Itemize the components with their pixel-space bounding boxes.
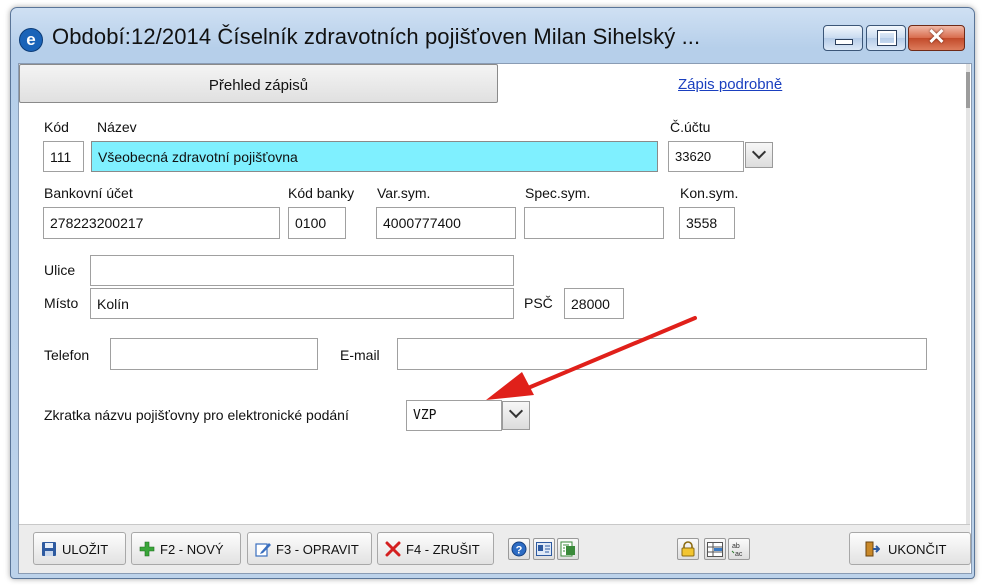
ulice-field[interactable] [90,255,514,286]
app-icon: e [19,28,43,52]
id-card-button[interactable] [533,538,555,560]
scrollbar-thumb[interactable] [966,72,970,108]
misto-field[interactable]: Kolín [90,288,514,319]
save-button[interactable]: ULOŽIT [33,532,126,565]
help-button[interactable]: ? [508,538,530,560]
kod-banky-label: Kód banky [288,185,355,201]
kod-banky-field[interactable]: 0100 [288,207,346,239]
psc-label: PSČ [524,295,553,311]
ulice-label: Ulice [44,262,76,278]
cucet-label: Č.účtu [670,119,711,135]
tab-overview-label[interactable]: Přehled zápisů [19,77,498,94]
save-button-label: ULOŽIT [62,542,109,557]
misto-label: Místo [44,295,79,311]
zkratka-dropdown-button[interactable] [502,401,530,430]
svg-text:ac: ac [735,551,743,558]
plus-icon [139,541,155,557]
table-icon [707,542,723,557]
close-icon: ✕ [927,24,946,49]
cucet-select[interactable]: 33620 [668,141,744,172]
vertical-scrollbar[interactable] [966,64,970,571]
varsym-field[interactable]: 4000777400 [376,207,516,239]
window-title: Období:12/2014 Číselník zdravotních poji… [52,24,701,49]
lock-button[interactable] [677,538,699,560]
email-label: E-mail [340,347,380,363]
spellcheck-icon: abac [731,543,743,558]
cancel-button-label: F4 - ZRUŠIT [406,542,480,557]
zkratka-select[interactable]: VZP [406,400,502,431]
exit-button-label: UKONČIT [888,542,947,557]
bankovni-ucet-field[interactable]: 278223200217 [43,207,280,239]
edit-button[interactable]: F3 - OPRAVIT [247,532,372,565]
spreadsheet-export-icon [560,541,575,557]
kod-label: Kód [44,119,69,135]
varsym-label: Var.sym. [377,185,431,201]
maximize-button[interactable] [866,25,906,51]
nazev-field[interactable]: Všeobecná zdravotní pojišťovna [91,141,658,172]
edit-button-label: F3 - OPRAVIT [276,542,359,557]
floppy-disk-icon [42,542,56,556]
minimize-icon [835,39,853,45]
new-button[interactable]: F2 - NOVÝ [131,532,241,565]
konsym-label: Kon.sym. [680,185,739,201]
zkratka-label: Zkratka názvu pojišťovny pro elektronick… [44,407,349,423]
svg-text:ab: ab [732,543,740,550]
chevron-down-icon [751,144,767,160]
new-button-label: F2 - NOVÝ [160,542,224,557]
close-button[interactable]: ✕ [908,24,965,51]
maximize-icon [877,30,897,46]
edit-pencil-icon [255,543,271,557]
spellcheck-button[interactable]: ab ac [728,538,750,560]
konsym-field[interactable]: 3558 [679,207,735,239]
export-button[interactable] [557,538,579,560]
lock-icon [681,541,695,557]
cancel-button[interactable]: F4 - ZRUŠIT [377,532,494,565]
chevron-down-icon [508,403,524,419]
help-icon: ? [511,541,527,557]
red-x-icon [385,541,401,557]
minimize-button[interactable] [823,25,863,51]
tab-detail[interactable]: Zápis podrobně [678,76,782,93]
exit-door-icon [865,541,880,557]
kod-field[interactable]: 111 [43,141,84,172]
exit-button[interactable]: UKONČIT [849,532,971,565]
cucet-dropdown-button[interactable] [745,142,773,168]
table-button[interactable] [704,538,726,560]
nazev-label: Název [97,119,137,135]
id-card-icon [536,542,552,556]
email-field[interactable] [397,338,927,370]
specsym-label: Spec.sym. [525,185,591,201]
telefon-field[interactable] [110,338,318,370]
psc-field[interactable]: 28000 [564,288,624,319]
telefon-label: Telefon [44,347,90,363]
bankovni-ucet-label: Bankovní účet [44,185,133,201]
specsym-field[interactable] [524,207,664,239]
svg-text:?: ? [516,545,523,557]
